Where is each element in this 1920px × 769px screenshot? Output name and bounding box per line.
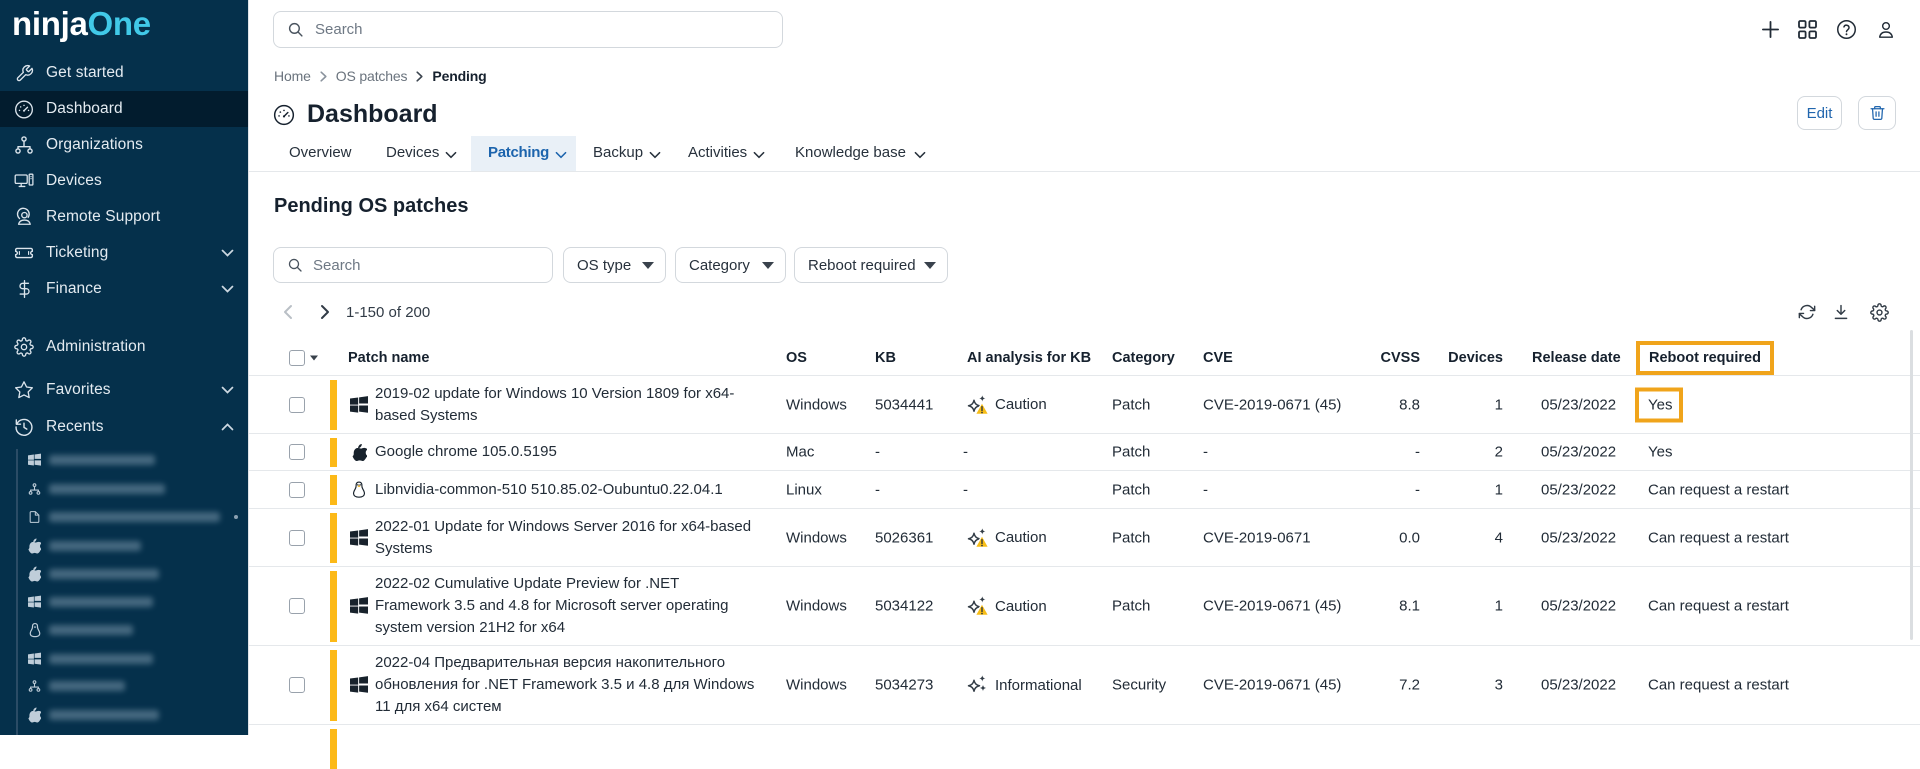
svg-text:ninjaOne: ninjaOne <box>12 5 151 42</box>
